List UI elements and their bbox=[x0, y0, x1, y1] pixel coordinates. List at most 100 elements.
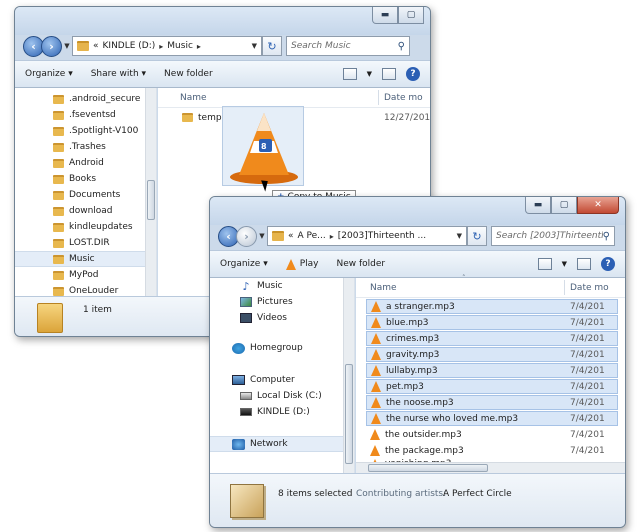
nav-item-download[interactable]: download bbox=[15, 203, 156, 219]
refresh-button[interactable]: ↻ bbox=[467, 226, 487, 246]
address-part-drive[interactable]: KINDLE (D:) bbox=[103, 41, 156, 51]
vlc-cone-icon bbox=[285, 258, 296, 270]
new-folder-button[interactable]: New folder bbox=[337, 259, 386, 269]
nav-item-label: .android_secure bbox=[69, 94, 141, 104]
help-icon[interactable]: ? bbox=[406, 67, 420, 81]
nav-scrollbar[interactable] bbox=[145, 88, 156, 296]
forward-button[interactable]: › bbox=[41, 35, 62, 57]
nav-item-documents[interactable]: Documents bbox=[15, 187, 156, 203]
minimize-button[interactable]: ▬ bbox=[525, 197, 551, 214]
folder-icon bbox=[272, 231, 284, 241]
close-button[interactable]: ✕ bbox=[577, 197, 619, 214]
navigation-pane: ♪ Music Pictures Videos Homegroup Compute… bbox=[210, 278, 355, 473]
file-date: 7/4/201 bbox=[570, 334, 605, 344]
column-header-date[interactable]: Date mo bbox=[384, 93, 423, 103]
nav-item-network[interactable]: Network bbox=[210, 436, 354, 452]
folder-icon bbox=[53, 174, 64, 184]
file-name: the outsider.mp3 bbox=[385, 429, 462, 440]
address-part-music[interactable]: Music bbox=[167, 41, 193, 51]
scrollbar-thumb[interactable] bbox=[147, 180, 155, 220]
nav-item-music[interactable]: Music bbox=[15, 251, 156, 267]
nav-item-books[interactable]: Books bbox=[15, 171, 156, 187]
address-bar[interactable]: « A Pe... ▸ [2003]Thirteenth ... ▼ bbox=[267, 226, 467, 246]
file-date: 7/4/201 bbox=[570, 318, 605, 328]
column-header-date[interactable]: Date mo bbox=[570, 283, 609, 293]
chevron-right-icon[interactable]: ▸ bbox=[159, 42, 163, 51]
address-prefix: « bbox=[93, 41, 99, 51]
address-part-artist[interactable]: A Pe... bbox=[298, 231, 326, 241]
chevron-down-icon[interactable]: ▼ bbox=[367, 70, 372, 78]
nav-item-kindleupdates[interactable]: kindleupdates bbox=[15, 219, 156, 235]
nav-item-label: OneLouder bbox=[69, 286, 119, 296]
help-icon[interactable]: ? bbox=[601, 257, 615, 271]
nav-item-kindle[interactable]: KINDLE (D:) bbox=[210, 404, 354, 420]
nav-scrollbar[interactable] bbox=[343, 278, 354, 473]
maximize-button[interactable]: ▢ bbox=[551, 197, 577, 214]
refresh-button[interactable]: ↻ bbox=[262, 36, 282, 56]
file-date: 7/4/201 bbox=[570, 414, 605, 424]
nav-item-local-disk[interactable]: Local Disk (C:) bbox=[210, 388, 354, 404]
organize-button[interactable]: Organize ▾ bbox=[25, 69, 73, 79]
column-separator[interactable] bbox=[378, 90, 379, 105]
preview-pane-icon[interactable] bbox=[382, 68, 396, 80]
nav-item-label: Computer bbox=[250, 375, 295, 385]
maximize-button[interactable]: ▢ bbox=[398, 7, 424, 24]
nav-item-fseventsd[interactable]: .fseventsd bbox=[15, 107, 156, 123]
explorer-window-album: ▬ ▢ ✕ ‹ › ▼ « A Pe... ▸ [2003]Thirteenth… bbox=[209, 196, 626, 528]
file-list-h-scrollbar[interactable] bbox=[356, 462, 625, 473]
caption-buttons: ▬ ▢ ✕ bbox=[525, 197, 619, 214]
scrollbar-thumb[interactable] bbox=[368, 464, 488, 472]
scrollbar-thumb[interactable] bbox=[345, 364, 353, 464]
nav-item-spotlight[interactable]: .Spotlight-V100 bbox=[15, 123, 156, 139]
title-bar[interactable] bbox=[15, 7, 430, 35]
vlc-cone-icon bbox=[371, 413, 381, 424]
column-separator[interactable] bbox=[564, 280, 565, 295]
new-folder-button[interactable]: New folder bbox=[164, 69, 213, 79]
nav-item-videos[interactable]: Videos bbox=[210, 310, 354, 326]
chevron-right-icon[interactable]: ▸ bbox=[197, 42, 201, 51]
preview-pane-icon[interactable] bbox=[577, 258, 591, 270]
column-header-name[interactable]: Name bbox=[180, 93, 207, 103]
chevron-down-icon[interactable]: ▼ bbox=[562, 260, 567, 268]
nav-item-android[interactable]: Android bbox=[15, 155, 156, 171]
file-row-temp[interactable]: temp bbox=[182, 110, 222, 125]
organize-button[interactable]: Organize ▾ bbox=[220, 259, 268, 269]
folder-icon bbox=[53, 158, 64, 168]
nav-item-music[interactable]: ♪ Music bbox=[210, 278, 354, 294]
nav-item-android-secure[interactable]: .android_secure bbox=[15, 91, 156, 107]
folder-icon bbox=[53, 238, 64, 248]
navigation-bar: ‹ › ▼ « A Pe... ▸ [2003]Thirteenth ... ▼… bbox=[218, 224, 617, 248]
nav-item-homegroup[interactable]: Homegroup bbox=[210, 340, 354, 356]
nav-item-label: .fseventsd bbox=[69, 110, 116, 120]
minimize-button[interactable]: ▬ bbox=[372, 7, 398, 24]
pictures-icon bbox=[240, 297, 252, 307]
view-options-icon[interactable] bbox=[342, 68, 357, 80]
view-options-icon[interactable] bbox=[537, 258, 552, 270]
recent-pages-dropdown[interactable]: ▼ bbox=[62, 42, 72, 50]
nav-item-mypod[interactable]: MyPod bbox=[15, 267, 156, 283]
search-icon[interactable]: ⚲ bbox=[603, 231, 610, 242]
nav-item-computer[interactable]: Computer bbox=[210, 372, 354, 388]
search-input[interactable]: Search Music ⚲ bbox=[286, 36, 410, 56]
column-header-name[interactable]: Name bbox=[370, 283, 397, 293]
nav-item-trashes[interactable]: .Trashes bbox=[15, 139, 156, 155]
address-part-album[interactable]: [2003]Thirteenth ... bbox=[338, 231, 426, 241]
nav-item-label: Videos bbox=[257, 313, 287, 323]
chevron-down-icon[interactable]: ▼ bbox=[252, 42, 257, 50]
share-with-button[interactable]: Share with ▾ bbox=[91, 69, 146, 79]
chevron-right-icon[interactable]: ▸ bbox=[330, 232, 334, 241]
search-input[interactable]: Search [2003]Thirteenth ... ⚲ bbox=[491, 226, 615, 246]
file-date: 7/4/201 bbox=[570, 446, 605, 456]
nav-item-pictures[interactable]: Pictures bbox=[210, 294, 354, 310]
recent-pages-dropdown[interactable]: ▼ bbox=[257, 232, 267, 240]
nav-item-label: Android bbox=[69, 158, 104, 168]
chevron-down-icon[interactable]: ▼ bbox=[457, 232, 462, 240]
forward-button[interactable]: › bbox=[236, 225, 257, 247]
search-icon[interactable]: ⚲ bbox=[398, 41, 405, 52]
folder-icon bbox=[53, 254, 64, 264]
nav-item-lost-dir[interactable]: LOST.DIR bbox=[15, 235, 156, 251]
contributing-artists-value[interactable]: A Perfect Circle bbox=[443, 489, 512, 499]
column-header-row: Name ˄ Date mo bbox=[356, 274, 625, 298]
play-button[interactable]: Play bbox=[285, 258, 319, 270]
address-bar[interactable]: « KINDLE (D:) ▸ Music ▸ ▼ bbox=[72, 36, 262, 56]
